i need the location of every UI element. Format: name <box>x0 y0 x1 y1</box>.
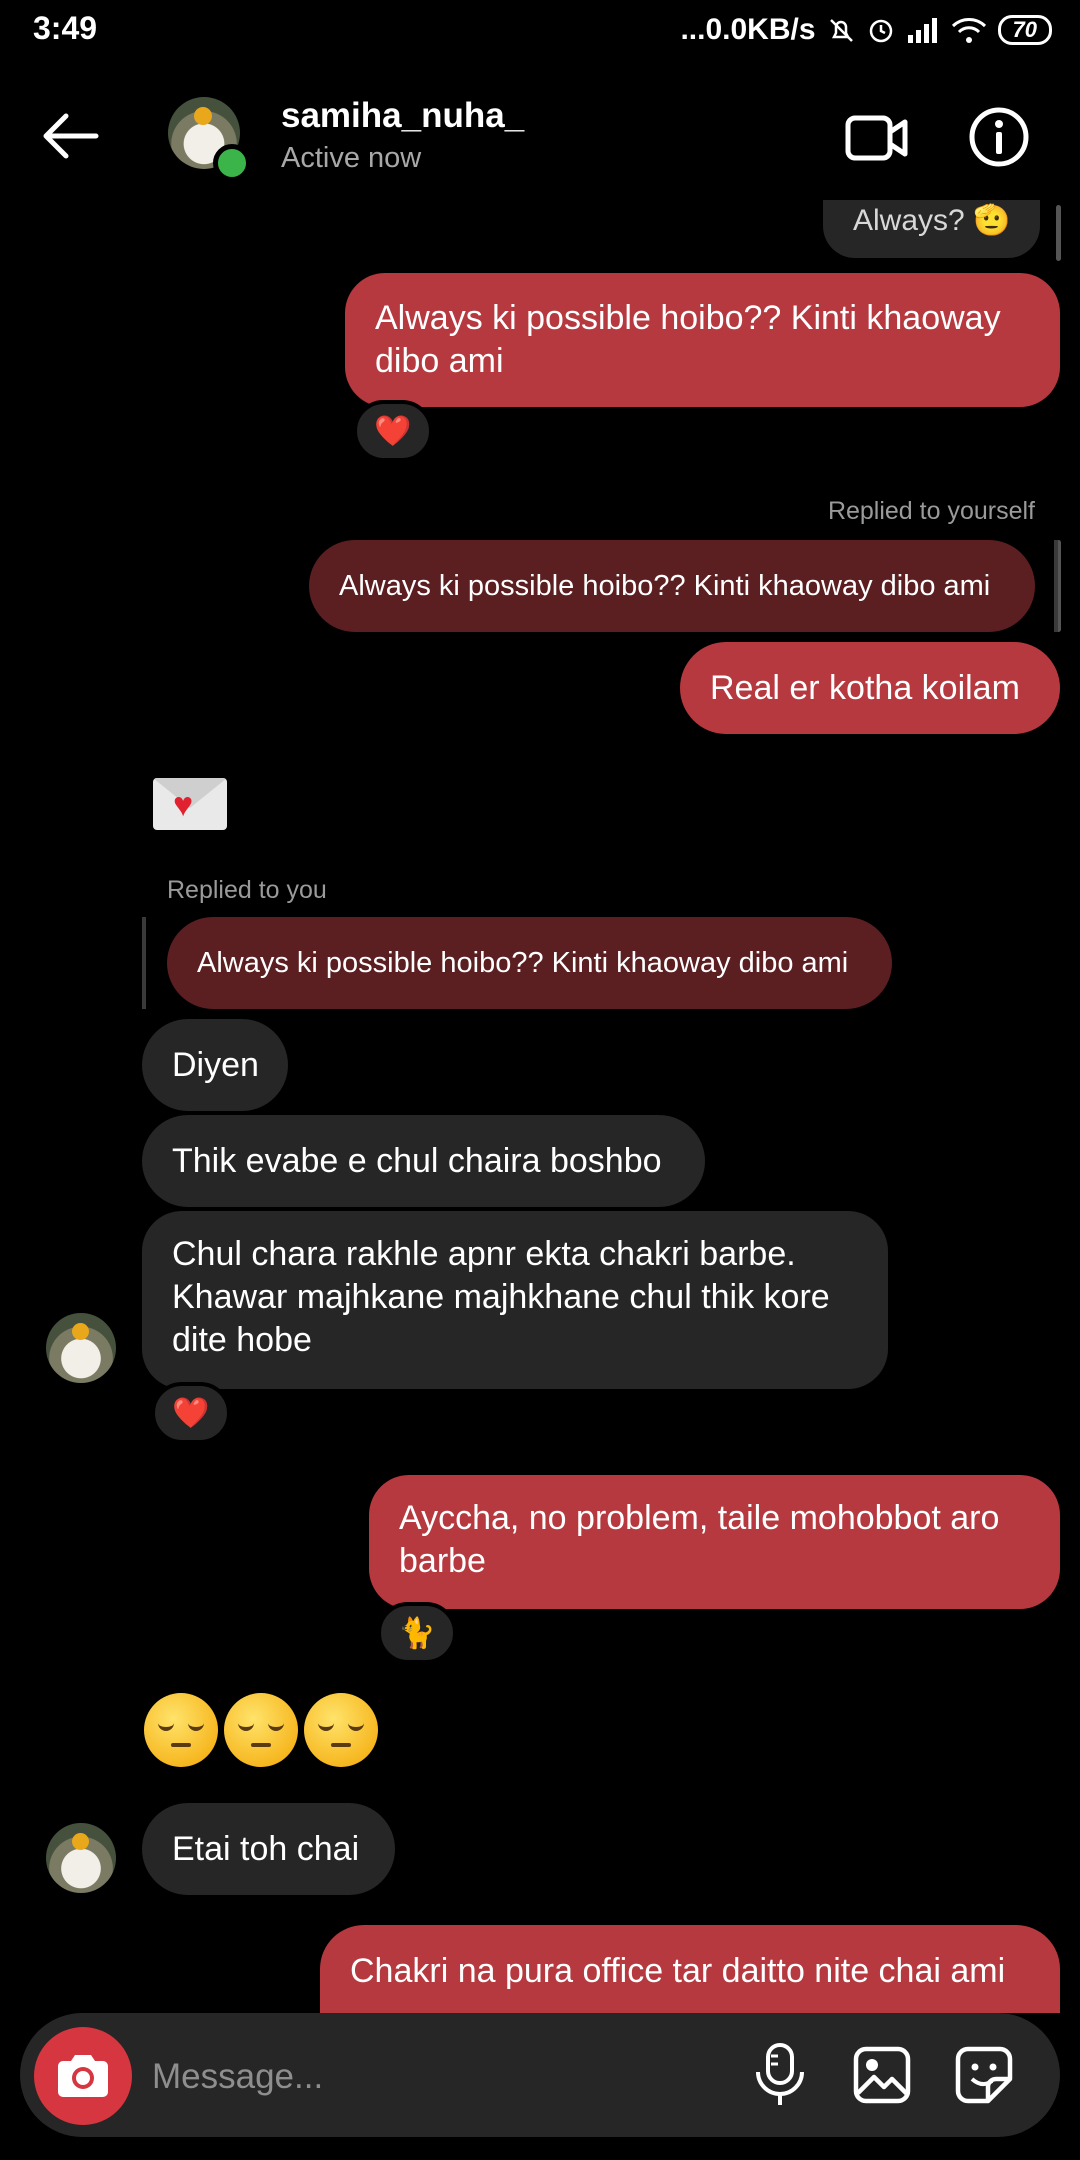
activity-status: Active now <box>281 142 422 174</box>
gallery-icon[interactable] <box>852 2045 912 2105</box>
message-bubble-sent[interactable]: Ayccha, no problem, taile mohobbot aro b… <box>369 1475 1060 1609</box>
message-bubble-partial[interactable]: Always? 🫡 <box>823 200 1041 258</box>
camera-button[interactable] <box>34 2027 132 2125</box>
status-time: 3:49 <box>33 10 98 46</box>
video-call-icon[interactable] <box>845 110 909 166</box>
message-line: Ayccha, no problem, taile mohobbot aro <box>399 1499 1000 1537</box>
battery-indicator: 70 <box>997 15 1052 45</box>
message-line: barbe <box>399 1542 486 1580</box>
status-indicators: ...0.0KB/s 70 <box>680 10 1052 50</box>
network-speed: ...0.0KB/s <box>680 13 816 46</box>
message-bubble-received[interactable]: Chul chara rakhle apnr ekta chakri barbe… <box>142 1211 888 1389</box>
message-bubble-received[interactable]: Etai toh chai <box>142 1803 395 1895</box>
sender-avatar[interactable] <box>46 1823 116 1893</box>
relieved-face-icon <box>144 1693 218 1767</box>
microphone-icon[interactable] <box>752 2042 808 2108</box>
wifi-icon <box>951 18 986 43</box>
relieved-face-icon <box>224 1693 298 1767</box>
back-arrow-icon[interactable] <box>38 108 102 164</box>
message-bubble-sent[interactable]: Always ki possible hoibo?? Kinti khaoway… <box>345 273 1060 407</box>
message-bubble-sent[interactable]: Chakri na pura office tar daitto nite ch… <box>320 1925 1060 2013</box>
message-line: dite hobe <box>172 1321 312 1359</box>
message-bubble-received[interactable]: Diyen <box>142 1019 288 1111</box>
message-line: Chul chara rakhle apnr ekta chakri barbe… <box>172 1235 796 1273</box>
online-status-dot <box>213 144 251 182</box>
alarm-icon <box>869 19 892 43</box>
heart-reaction[interactable]: ❤️ <box>353 400 433 462</box>
heart-reaction[interactable]: ❤️ <box>151 1382 231 1444</box>
reply-label: Replied to yourself <box>827 497 1035 525</box>
replied-message-quote[interactable]: Always ki possible hoibo?? Kinti khaoway… <box>309 540 1035 632</box>
chat-username[interactable]: samiha_nuha_ <box>281 96 524 136</box>
mute-bell-icon <box>829 19 853 42</box>
sticker-icon[interactable] <box>954 2045 1014 2105</box>
scrollbar[interactable] <box>1056 205 1061 261</box>
info-icon[interactable] <box>968 106 1030 168</box>
replied-message-quote[interactable]: Always ki possible hoibo?? Kinti khaoway… <box>167 917 892 1009</box>
message-bubble-sent[interactable]: Real er kotha koilam <box>680 642 1060 734</box>
camera-icon <box>58 2055 108 2097</box>
cat-reaction[interactable]: 🐈 <box>377 1602 457 1664</box>
message-line: Khawar majhkane majhkhane chul thik kore <box>172 1278 830 1316</box>
relieved-face-emojis[interactable] <box>144 1693 378 1767</box>
message-bubble-received[interactable]: Thik evabe e chul chaira boshbo <box>142 1115 705 1207</box>
sender-avatar[interactable] <box>46 1313 116 1383</box>
reply-quote-bar <box>142 917 146 1009</box>
signal-icon <box>907 18 937 43</box>
reply-quote-bar <box>1054 540 1058 632</box>
reply-label: Replied to you <box>167 876 327 904</box>
relieved-face-icon <box>304 1693 378 1767</box>
envelope-heart-emoji[interactable]: ♥ <box>153 778 227 830</box>
message-input[interactable] <box>150 2048 714 2106</box>
